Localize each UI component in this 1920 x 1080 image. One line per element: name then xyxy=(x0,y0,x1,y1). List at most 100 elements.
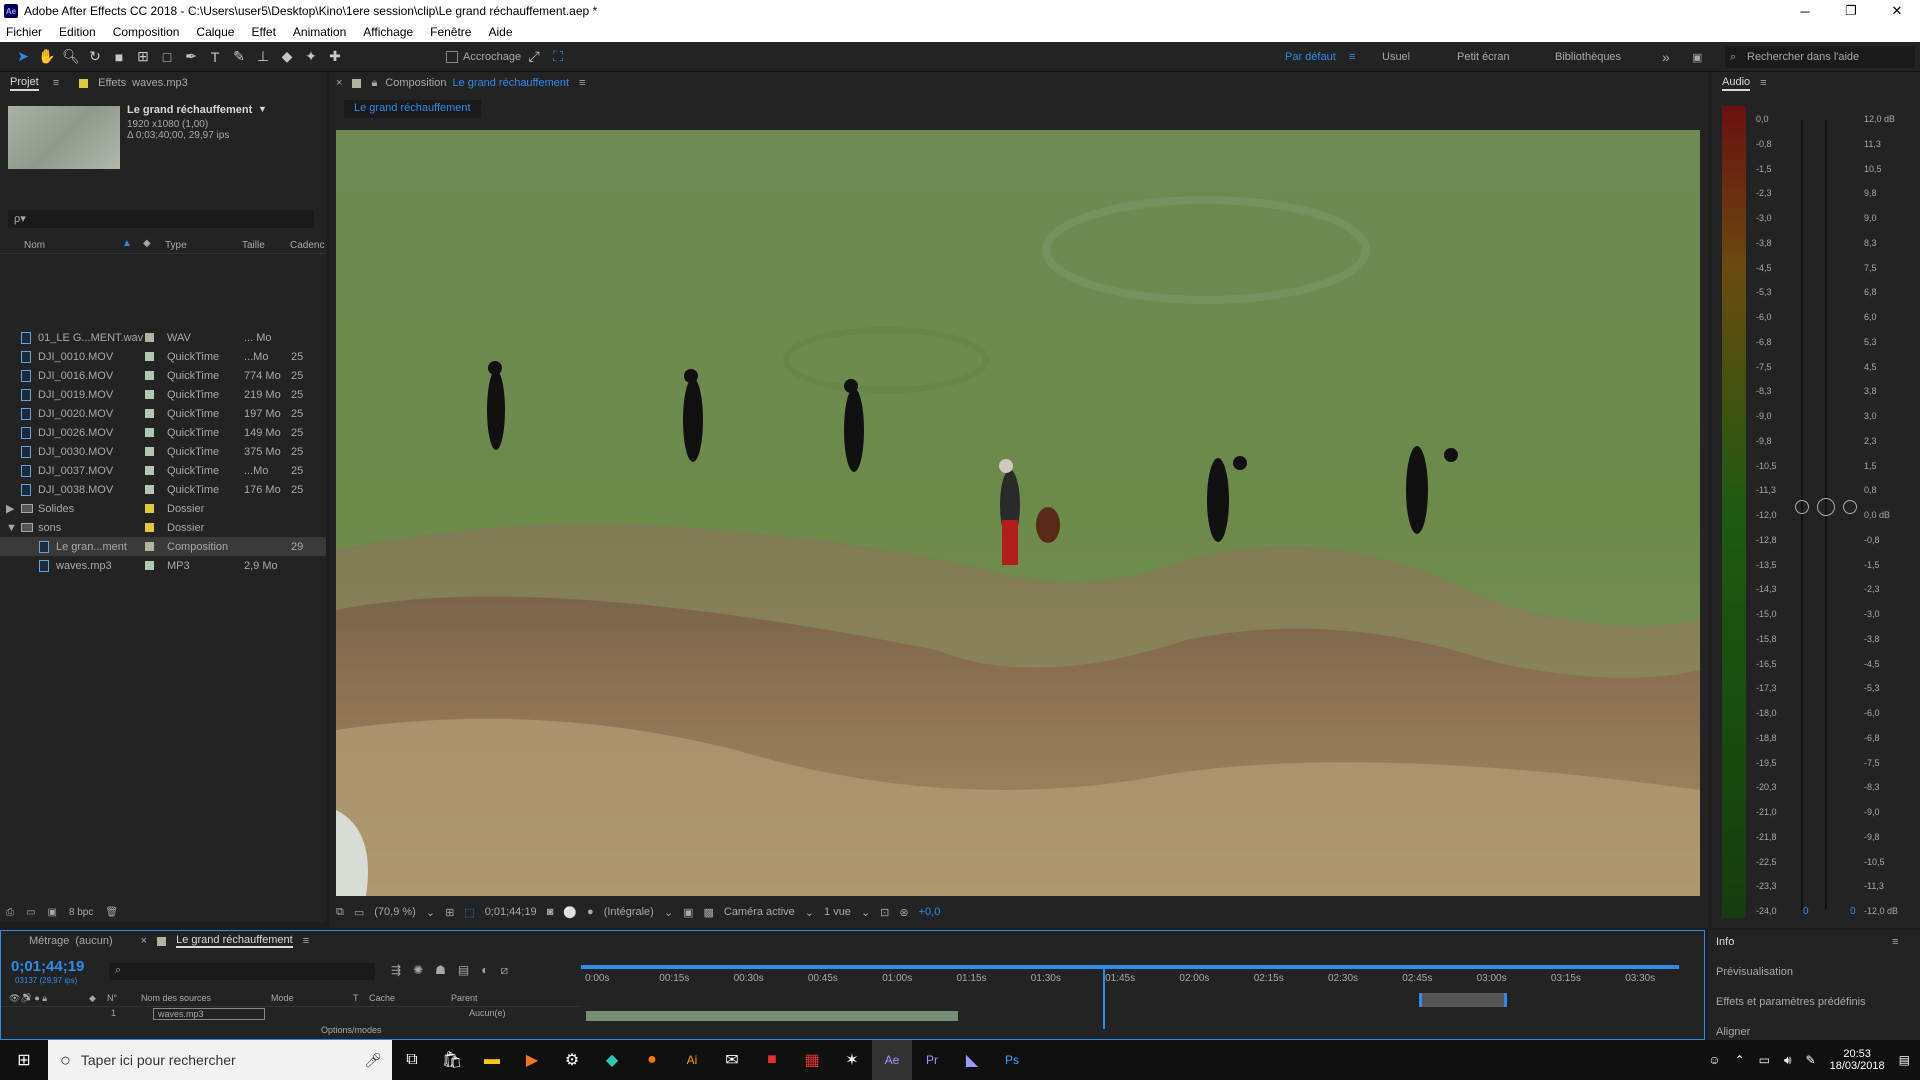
pan-behind-tool-icon[interactable]: ⊞ xyxy=(132,47,154,67)
premiere-icon[interactable]: Pr xyxy=(912,1040,952,1080)
app-star-icon[interactable]: ✶ xyxy=(832,1040,872,1080)
illustrator-icon[interactable]: Ai xyxy=(672,1040,712,1080)
menu-fenetre[interactable]: Fenêtre xyxy=(430,25,471,39)
align-panel-link[interactable]: Aligner xyxy=(1716,1026,1750,1038)
tab-audio[interactable]: Audio xyxy=(1722,76,1751,91)
file-explorer-icon[interactable]: ▬ xyxy=(472,1040,512,1080)
photoshop-icon[interactable]: Ps xyxy=(992,1040,1032,1080)
trash-icon[interactable]: 🗑︎ xyxy=(105,907,118,918)
project-item[interactable]: 01_LE G...MENT.wav WAV ... Mo xyxy=(0,328,326,347)
link-fader-knob[interactable] xyxy=(1817,498,1835,516)
text-tool-icon[interactable]: T xyxy=(204,47,226,67)
col-name[interactable]: Nom xyxy=(24,240,45,251)
store-icon[interactable]: 🛍︎ xyxy=(432,1040,472,1080)
panel-toggle-icon[interactable]: ▣ xyxy=(1692,42,1702,72)
snap-checkbox[interactable] xyxy=(446,50,458,63)
label-color[interactable] xyxy=(145,466,154,475)
close-tab-icon[interactable]: × xyxy=(336,77,342,89)
info-menu-icon[interactable]: ≡ xyxy=(1892,936,1898,948)
expand-arrow-icon[interactable]: ▶ xyxy=(6,502,14,515)
workspace-bibliotheques[interactable]: Bibliothèques xyxy=(1555,42,1621,72)
label-color[interactable] xyxy=(145,485,154,494)
zoom-tool-icon[interactable]: 🔍︎ xyxy=(60,47,82,67)
exposure-value[interactable]: +0,0 xyxy=(919,906,941,918)
menu-animation[interactable]: Animation xyxy=(293,25,346,39)
monitor-icon[interactable]: ▭ xyxy=(354,906,364,919)
label-color[interactable] xyxy=(145,542,154,551)
people-icon[interactable]: ☺ xyxy=(1708,1053,1720,1067)
tab-info[interactable]: Info xyxy=(1716,936,1734,948)
current-time[interactable]: 0;01;44;19 xyxy=(485,906,537,918)
taskbar-search[interactable]: ○ Taper ici pour rechercher 🎤︎ xyxy=(48,1040,392,1080)
col-source-name[interactable]: Nom des sources xyxy=(141,993,211,1003)
after-effects-icon[interactable]: Ae xyxy=(872,1040,912,1080)
col-size[interactable]: Taille xyxy=(242,240,265,251)
label-color[interactable] xyxy=(145,447,154,456)
audio-panel-menu-icon[interactable]: ≡ xyxy=(1760,77,1766,89)
right-fader-knob[interactable] xyxy=(1843,500,1857,514)
timeline-menu-icon[interactable]: ≡ xyxy=(303,935,309,947)
clock[interactable]: 20:53 18/03/2018 xyxy=(1830,1048,1885,1072)
brush-tool-icon[interactable]: ✎ xyxy=(228,47,250,67)
comp-mini-flowchart-icon[interactable]: ⇶ xyxy=(391,963,401,978)
shy-icon[interactable]: ☗ xyxy=(435,963,446,978)
chevron-down-icon[interactable]: ⌄ xyxy=(805,906,814,919)
views-select[interactable]: 1 vue xyxy=(824,906,851,918)
col-t[interactable]: T xyxy=(353,993,359,1003)
frame-blending-icon[interactable]: ▤ xyxy=(458,963,469,978)
tab-composition[interactable]: Composition xyxy=(385,77,446,89)
always-preview-icon[interactable]: ⧉ xyxy=(336,906,344,919)
new-folder-icon[interactable]: ▭ xyxy=(26,907,35,918)
motion-blur-icon[interactable]: ◐ xyxy=(481,963,488,978)
pen-tool-icon[interactable]: ✒ xyxy=(180,47,202,67)
app-red-icon[interactable]: ■ xyxy=(752,1040,792,1080)
left-level-value[interactable]: 0 xyxy=(1803,906,1809,917)
playhead[interactable] xyxy=(1103,969,1105,1029)
preview-panel-link[interactable]: Prévisualisation xyxy=(1716,966,1793,978)
selection-tool-icon[interactable]: ➤ xyxy=(12,47,34,67)
col-rate[interactable]: Cadenc xyxy=(290,240,324,251)
eraser-tool-icon[interactable]: ◆ xyxy=(276,47,298,67)
label-color[interactable] xyxy=(145,352,154,361)
comp-breadcrumb[interactable]: Le grand réchauffement xyxy=(344,100,481,118)
project-item[interactable]: DJI_0019.MOV QuickTime 219 Mo 25 xyxy=(0,385,326,404)
expand-arrow-icon[interactable]: ▼ xyxy=(6,522,17,534)
windows-start-icon[interactable]: ⊞ xyxy=(0,1040,48,1080)
options-modes-toggle[interactable]: Options/modes xyxy=(321,1025,382,1035)
layer-bar[interactable] xyxy=(586,1011,958,1021)
project-item[interactable]: ▼ sons Dossier xyxy=(0,518,326,537)
effects-presets-link[interactable]: Effets et paramètres prédéfinis xyxy=(1716,996,1866,1008)
new-comp-icon[interactable]: ▣ xyxy=(47,907,56,918)
label-color[interactable] xyxy=(145,561,154,570)
project-item[interactable]: ▶ Solides Dossier xyxy=(0,499,326,518)
help-search-input[interactable]: Rechercher dans l'aide xyxy=(1725,46,1915,68)
label-color[interactable] xyxy=(145,523,154,532)
clone-stamp-tool-icon[interactable]: ⊥ xyxy=(252,47,274,67)
menu-edition[interactable]: Edition xyxy=(59,25,96,39)
col-type[interactable]: Type xyxy=(165,240,187,251)
label-color[interactable] xyxy=(145,371,154,380)
interpret-footage-icon[interactable]: ⎙ xyxy=(6,907,14,918)
label-color[interactable] xyxy=(145,390,154,399)
layer-name[interactable]: waves.mp3 xyxy=(153,1008,265,1020)
pen-icon[interactable]: ✎ xyxy=(1806,1053,1816,1067)
menu-effet[interactable]: Effet xyxy=(251,25,275,39)
project-item[interactable]: DJI_0016.MOV QuickTime 774 Mo 25 xyxy=(0,366,326,385)
lock-icon[interactable]: 🔒︎ xyxy=(371,77,377,90)
more-workspaces-icon[interactable]: » xyxy=(1662,42,1670,72)
label-color[interactable] xyxy=(145,504,154,513)
snapshot-icon[interactable]: ◙ xyxy=(547,906,554,918)
chevron-down-icon[interactable]: ▼ xyxy=(258,104,267,114)
bpc-label[interactable]: 8 bpc xyxy=(69,907,93,918)
layer-row[interactable]: 1 waves.mp3 Aucun(e) xyxy=(1,1008,579,1020)
draft-3d-icon[interactable]: ✺ xyxy=(413,963,423,978)
fast-preview-icon[interactable]: ▣ xyxy=(683,906,693,919)
project-item[interactable]: DJI_0020.MOV QuickTime 197 Mo 25 xyxy=(0,404,326,423)
tab-project[interactable]: Projet xyxy=(10,76,39,91)
volume-icon[interactable]: 🔊︎ xyxy=(1784,1053,1792,1068)
close-tab-icon[interactable]: × xyxy=(141,935,147,947)
project-item[interactable]: DJI_0010.MOV QuickTime ...Mo 25 xyxy=(0,347,326,366)
timeline-current-time[interactable]: 0;01;44;19 xyxy=(11,958,84,975)
task-view-icon[interactable]: ⧉ xyxy=(392,1040,432,1080)
project-item[interactable]: DJI_0026.MOV QuickTime 149 Mo 25 xyxy=(0,423,326,442)
